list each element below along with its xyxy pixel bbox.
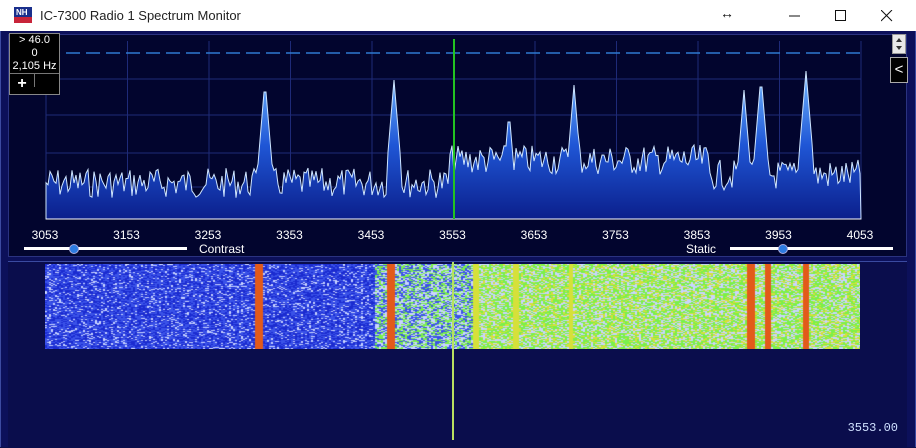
frequency-readout: 3553.00 (847, 421, 898, 435)
offset-value: 0 (31, 47, 38, 59)
maximize-icon (835, 10, 846, 21)
level-readout: > 46.0 0 2,105 Hz + (9, 33, 60, 95)
window-title: IC-7300 Radio 1 Spectrum Monitor (40, 8, 241, 23)
minimize-button[interactable] (772, 0, 818, 31)
app-logo-icon: NH (14, 7, 32, 23)
readout-button-row: + (10, 73, 59, 94)
axis-tick-label: 3953 (765, 228, 792, 242)
static-label: Static (686, 242, 717, 256)
axis-tick-label: 3653 (520, 228, 548, 242)
level-value: > 46.0 (19, 34, 50, 46)
static-slider[interactable] (730, 244, 893, 254)
contrast-label: Contrast (199, 242, 245, 256)
axis-tick-label: 3353 (276, 228, 303, 242)
vertical-scrollbar[interactable] (892, 34, 906, 54)
close-icon (881, 10, 893, 22)
resize-arrows-icon: ↔ (720, 5, 734, 21)
axis-tick-label: 3153 (113, 228, 140, 242)
add-button[interactable]: + (10, 74, 35, 92)
span-value: 2,105 Hz (12, 60, 57, 72)
axis-tick-label: 3053 (31, 228, 59, 242)
spectrum-panel[interactable] (8, 34, 907, 257)
minimize-icon (789, 15, 800, 17)
axis-tick-label: 4053 (846, 228, 874, 242)
scroll-down-icon[interactable] (893, 44, 905, 53)
close-button[interactable] (864, 0, 910, 31)
spectrum-plot (45, 39, 862, 220)
axis-tick-label: 3553 (439, 228, 466, 242)
maximize-button[interactable] (818, 0, 864, 31)
scroll-up-icon[interactable] (893, 35, 905, 44)
title-bar: NH IC-7300 Radio 1 Spectrum Monitor ↔ (0, 0, 916, 32)
contrast-slider-thumb[interactable] (68, 244, 79, 254)
axis-tick-label: 3853 (683, 228, 711, 242)
axis-tick-label: 3453 (357, 228, 385, 242)
collapse-panel-button[interactable]: < (890, 57, 908, 83)
contrast-slider[interactable] (24, 244, 187, 254)
svg-text:NH: NH (16, 8, 28, 17)
waterfall-panel[interactable] (8, 261, 907, 448)
axis-tick-label: 3253 (194, 228, 222, 242)
tuning-marker-line (452, 262, 454, 440)
axis-tick-label: 3753 (602, 228, 629, 242)
